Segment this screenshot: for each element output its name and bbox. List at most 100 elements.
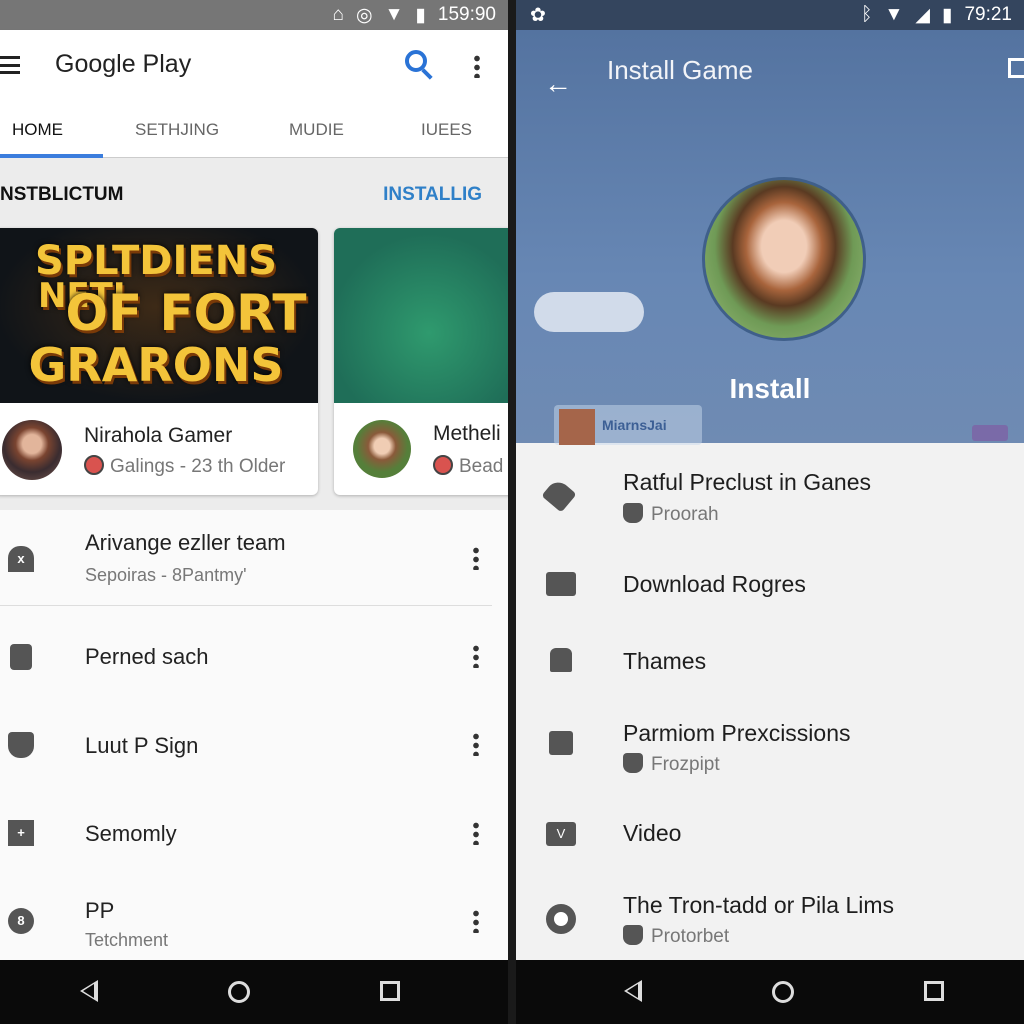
game-header: ← Install Game Install MiarnsJai <box>516 30 1024 445</box>
wifi-icon: ▼ <box>884 4 904 25</box>
status-bar: ⌂ ◎ ▼ ▮ 159:90 <box>0 0 508 30</box>
game-avatar <box>702 177 866 341</box>
character-icon <box>433 455 453 475</box>
game-card[interactable]: SPLTDIENS NETI OF FORT GRARONS Nirahola … <box>0 228 318 495</box>
art-text: GRARONS <box>28 338 284 392</box>
list-item[interactable]: Luut P Sign <box>0 708 508 788</box>
home-nav-icon[interactable] <box>772 981 794 1003</box>
recents-nav-icon[interactable] <box>380 981 400 1001</box>
item-title: Perned sach <box>85 644 209 669</box>
list-item[interactable]: V Video <box>516 800 1024 864</box>
game-card[interactable]: Metheli Bead <box>334 228 508 495</box>
card-title: Nirahola Gamer <box>84 424 233 447</box>
tab-home[interactable]: HOME <box>12 120 63 140</box>
right-phone-screen: ✿ ᛒ ▼ ◢ ▮ 79:21 ← Install Game Install M… <box>516 0 1024 1024</box>
menu-icon[interactable] <box>0 56 20 74</box>
settings-icon: ✿ <box>530 4 546 26</box>
item-title: Parmiom Prexcissions <box>623 720 851 746</box>
item-title: Arivange ezller team <box>85 530 286 555</box>
item-subtitle: Proorah <box>623 503 719 526</box>
list-item[interactable]: 8 PP Tetchment <box>0 884 508 960</box>
list-item[interactable]: Ratful Preclust in Ganes Proorah <box>516 455 1024 535</box>
section-title: NSTBLICTUM <box>0 184 124 205</box>
status-time: 79:21 <box>964 4 1012 25</box>
video-icon: V <box>546 822 576 846</box>
avatar <box>353 420 411 478</box>
calendar-icon <box>623 925 643 945</box>
share-icon[interactable] <box>1008 58 1024 78</box>
featured-section: NSTBLICTUM INSTALLIG SPLTDIENS NETI OF F… <box>0 158 508 510</box>
card-subtitle-text: Galings - 23 th Older <box>110 456 286 477</box>
tab-bar: HOME SETHJING MUDIE IUEES <box>0 102 508 158</box>
home-nav-icon[interactable] <box>228 981 250 1003</box>
card-subtitle: Galings - 23 th Older <box>84 455 285 478</box>
hand-icon <box>550 648 572 672</box>
page-title: Install Game <box>607 55 753 85</box>
avatar <box>2 420 62 480</box>
status-bar: ✿ ᛒ ▼ ◢ ▮ 79:21 <box>516 0 1024 30</box>
status-time: 159:90 <box>437 4 496 25</box>
circle-icon <box>546 904 576 934</box>
item-subtitle-text: Frozpipt <box>651 754 720 775</box>
app-title: Google Play <box>55 50 192 78</box>
item-title: Thames <box>623 648 707 674</box>
item-title: Download Rogres <box>623 571 806 597</box>
more-options-icon[interactable] <box>474 54 480 78</box>
list-item[interactable]: Perned sach <box>0 620 508 700</box>
back-arrow-icon[interactable]: ← <box>544 68 572 100</box>
section-link[interactable]: INSTALLIG <box>383 184 482 206</box>
user-chip: MiarnsJai <box>554 405 702 445</box>
list-item[interactable]: Parmiom Prexcissions Frozpipt <box>516 705 1024 785</box>
app-bar: Google Play <box>0 30 508 102</box>
wrench-icon <box>541 477 577 513</box>
more-options-icon[interactable] <box>473 909 479 933</box>
item-subtitle-text: Proorah <box>651 504 719 525</box>
list-item[interactable]: The Tron-tadd or Pila Lims Protorbet <box>516 878 1024 958</box>
item-subtitle: Sepoiras - 8Pantmy' <box>85 565 247 585</box>
wifi-icon: ▼ <box>384 4 404 25</box>
building-icon: + <box>8 820 34 846</box>
more-options-icon[interactable] <box>473 644 479 668</box>
tab-mudie[interactable]: MUDIE <box>289 120 344 140</box>
battery-icon: ▮ <box>941 4 953 26</box>
more-options-icon[interactable] <box>473 546 479 570</box>
back-nav-icon[interactable] <box>624 980 642 1002</box>
battery-icon: ▮ <box>415 4 426 26</box>
card-subtitle: Bead <box>433 455 503 478</box>
bluetooth-icon: ᛒ <box>861 4 873 25</box>
item-title: Semomly <box>85 821 177 846</box>
item-subtitle: Tetchment <box>85 930 169 950</box>
install-button[interactable]: Install <box>516 373 1024 405</box>
tab-sethjing[interactable]: SETHJING <box>135 120 219 140</box>
house-x-icon: x <box>8 546 34 572</box>
list-item[interactable]: Download Rogres <box>516 552 1024 616</box>
navigation-bar <box>0 960 508 1024</box>
back-nav-icon[interactable] <box>80 980 98 1002</box>
item-subtitle: Frozpipt <box>623 753 720 776</box>
item-title: Video <box>623 820 682 846</box>
tab-iuees[interactable]: IUEES <box>421 120 472 140</box>
item-title: Luut P Sign <box>85 733 199 758</box>
more-options-icon[interactable] <box>473 732 479 756</box>
game-art: SPLTDIENS NETI OF FORT GRARONS <box>0 228 318 403</box>
navigation-bar <box>516 960 1024 1024</box>
cloud-decoration <box>534 292 644 332</box>
recents-nav-icon[interactable] <box>924 981 944 1001</box>
item-title: PP <box>85 898 115 923</box>
more-options-icon[interactable] <box>473 821 479 845</box>
card-icon <box>546 572 576 596</box>
left-phone-screen: ⌂ ◎ ▼ ▮ 159:90 Google Play HOME SETHJING… <box>0 0 508 1024</box>
list-item[interactable]: x Arivange ezller team Sepoiras - 8Pantm… <box>0 510 492 606</box>
chip-text: MiarnsJai <box>602 417 667 433</box>
person-icon <box>623 503 643 523</box>
game-art <box>334 228 508 403</box>
card-title: Metheli <box>433 422 501 445</box>
search-icon[interactable] <box>405 50 427 72</box>
item-title: Ratful Preclust in Ganes <box>623 469 872 495</box>
list-item[interactable]: + Semomly <box>0 796 508 876</box>
alarm-icon: ◎ <box>356 4 373 26</box>
item-title: The Tron-tadd or Pila Lims <box>623 892 895 918</box>
art-text: OF FORT <box>65 284 307 342</box>
signal-icon: ◢ <box>915 4 930 26</box>
list-item[interactable]: Thames <box>516 630 1024 694</box>
